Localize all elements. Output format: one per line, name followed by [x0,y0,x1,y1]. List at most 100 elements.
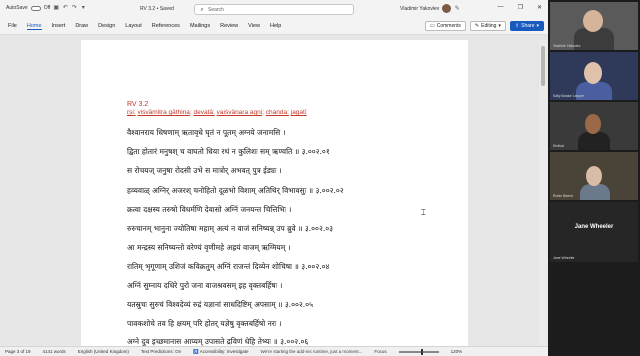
tab-draw[interactable]: Draw [75,23,88,29]
participant-name: Sally Bostor Lawyer [553,94,584,98]
accessibility-status[interactable]: ♿ Accessibility: Investigate [193,349,248,355]
verse-line: अग्निं सुम्नाय दधिरे पुरो जना वाजश्रवसम्… [127,281,283,290]
title-bar: AutoSave Off ▣ ↶ ↷ ▾ RV 3.2 • Saved ⌕ Se… [0,0,548,18]
verse-line: पावकशोचे तव हि क्षयम् परि होतर् यज्ञेषु … [127,319,282,328]
status-bar: Page 3 of 19 4141 words English (United … [0,346,548,356]
tab-review[interactable]: Review [220,23,238,29]
participant-tile[interactable]: Kinthal [550,102,638,150]
undo-icon[interactable]: ↶ [62,5,68,11]
share-label: Share [521,23,535,29]
tab-design[interactable]: Design [98,23,115,29]
participant-body [580,184,610,200]
tab-references[interactable]: References [152,23,180,29]
user-area[interactable]: Vladimir Yakovlev ✎ [400,4,460,13]
participant-body [578,132,610,150]
search-placeholder: Search [208,6,224,13]
search-icon: ⌕ [200,6,204,13]
document-metadata: ṛṣi: viśvāmitra gāthina; devatā: vaiśvān… [127,109,307,116]
zoom-slider-knob[interactable] [420,348,423,355]
chanda-label: chanda: [265,109,289,116]
scrollbar-thumb[interactable] [541,46,545,86]
comments-label: Comments [436,23,461,29]
addins-banner: We're starting the add-ins runtime, just… [260,349,363,354]
participant-tile[interactable]: Robin Beech [550,152,638,200]
word-window: AutoSave Off ▣ ↶ ↷ ▾ RV 3.2 • Saved ⌕ Se… [0,0,548,356]
rsi-value: viśvāmitra gāthina [137,109,190,116]
word-count[interactable]: 4141 words [43,349,66,354]
tab-help[interactable]: Help [270,23,281,29]
chevron-down-icon: ▾ [536,23,539,29]
comment-icon: ▭ [430,23,435,29]
autosave-toggle[interactable] [30,5,41,11]
participant-tile[interactable]: Jane Wheeler Jane Wheeler [550,202,638,262]
verse-line: द्विता होतारं मनुषश् च वाघतो धिया रथं न … [127,147,330,156]
verse-line: रुरुचानम् भानुना ज्योतिषा महाम् अत्यं न … [127,224,334,233]
participant-name: Robin Beech [553,194,574,198]
verse-line: अग्ने दुव इच्छमानास आप्यम् उपासते द्रविण… [127,337,309,346]
devata-value: vaiśvānara agni [216,109,263,116]
editing-label: Editing [481,23,497,29]
close-icon[interactable]: ✕ [537,4,542,11]
participant-face [584,62,602,84]
chanda-value: jagatī [290,109,307,116]
autosave-label: AutoSave [6,5,28,11]
participant-tile[interactable]: Vladimir Yakovlev [550,2,638,50]
participant-name: Vladimir Yakovlev [553,44,581,48]
tab-layout[interactable]: Layout [125,23,142,29]
rsi-label: ṛṣi: [127,109,136,116]
share-button[interactable]: ⇪ Share ▾ [509,21,544,31]
editing-button[interactable]: ✎ Editing ▾ [469,21,506,31]
tab-file[interactable]: File [8,23,17,29]
document-page[interactable]: RV 3.2 ṛṣi: viśvāmitra gāthina; devatā: … [81,40,468,346]
participant-name-placeholder: Jane Wheeler [574,224,614,230]
user-avatar[interactable] [442,4,452,13]
search-box[interactable]: ⌕ Search [194,4,354,15]
participant-tile[interactable]: Sally Bostor Lawyer [550,52,638,100]
verse-line: क्रत्वा दक्षस्य तरुषो विधर्मणि देवासो अग… [127,205,292,214]
language[interactable]: English (United Kingdom) [78,349,129,354]
comments-button[interactable]: ▭ Comments [425,21,466,31]
save-icon[interactable]: ▣ [53,5,59,11]
tab-view[interactable]: View [248,23,260,29]
tab-insert[interactable]: Insert [52,23,66,29]
participant-name: Jane Wheeler [553,256,575,260]
autosave-state: Off [43,5,51,11]
tab-mailings[interactable]: Mailings [190,23,210,29]
customize-chevron-icon[interactable]: ▾ [80,5,86,11]
participant-name: Kinthal [553,144,564,148]
page-count[interactable]: Page 3 of 19 [5,349,31,354]
verse-line: आ मन्द्रस्य सनिष्यन्तो वरेण्यं वृणीमहे अ… [127,243,291,252]
document-title: RV 3.2 • Saved [140,6,174,12]
window-controls: — ❐ ✕ [498,4,542,11]
accessibility-icon: ♿ [193,348,199,354]
tab-home[interactable]: Home [26,23,42,30]
participant-face [586,166,602,186]
user-name: Vladimir Yakovlev [400,5,440,12]
accessibility-label: Accessibility: Investigate [199,348,249,354]
pen-icon[interactable]: ✎ [454,6,460,12]
restore-icon[interactable]: ❐ [518,4,523,11]
verse-line: वैश्वानराय धिषणाम् ऋतावृधे घृतं न पूतम् … [127,128,286,137]
verse-line: स रोचयज् जनुषा रोदसी उभे स मात्रोर् अभवत… [127,166,282,175]
ribbon-right-buttons: ▭ Comments ✎ Editing ▾ ⇪ Share ▾ [425,21,544,31]
pencil-icon: ✎ [474,23,480,29]
focus-button[interactable]: Focus [374,349,386,354]
verse-line: हव्यवाळ् अग्निर् अजरश् चनोहितो दूळभो विश… [127,186,344,195]
text-predictions[interactable]: Text Predictions: On [141,349,181,354]
verse-line: रातिम् भृगूणाम् उशिजं कविक्रतुम् अग्निं … [127,262,330,271]
verse-line: यतस्रुचः सुरुचं विश्वदेव्यं रुद्रं यज्ञा… [127,300,313,309]
document-heading: RV 3.2 [127,101,149,108]
zoom-slider[interactable] [398,348,439,355]
participant-face [583,10,603,32]
share-icon: ⇪ [514,23,520,29]
redo-icon[interactable]: ↷ [71,5,77,11]
vertical-scrollbar[interactable] [539,40,547,346]
participant-face [585,114,601,134]
screen: AutoSave Off ▣ ↶ ↷ ▾ RV 3.2 • Saved ⌕ Se… [0,0,640,356]
chevron-down-icon: ▾ [498,23,501,29]
video-call-panel: Vladimir Yakovlev Sally Bostor Lawyer Ki… [548,0,640,356]
zoom-level[interactable]: 120% [451,349,463,354]
text-cursor-icon: ⌶ [421,208,426,217]
minimize-icon[interactable]: — [498,4,504,11]
devata-label: devatā: [193,109,215,116]
